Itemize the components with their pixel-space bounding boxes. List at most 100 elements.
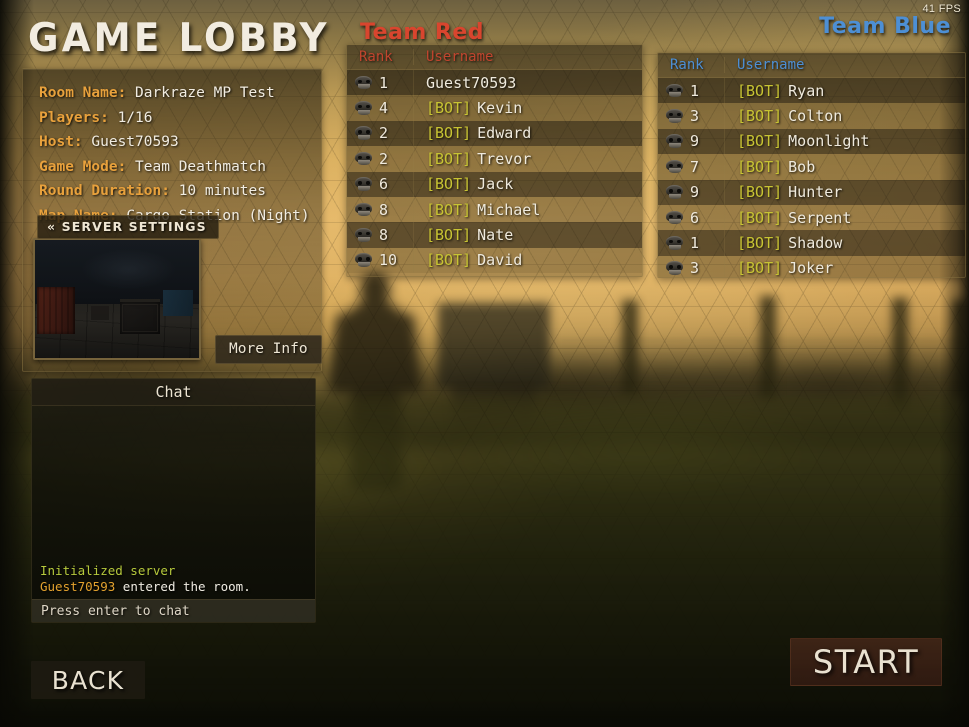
table-row[interactable]: 2 [BOT] Edward bbox=[347, 120, 642, 147]
host-label: Host: bbox=[39, 134, 83, 150]
player-username-cell: [BOT] Kevin bbox=[413, 95, 642, 121]
player-rank-value: 9 bbox=[690, 183, 700, 202]
player-rank-value: 1 bbox=[379, 73, 389, 92]
player-username-cell: [BOT] Joker bbox=[724, 255, 965, 278]
player-username: Joker bbox=[788, 259, 834, 278]
map-preview-shade bbox=[35, 240, 199, 358]
skull-icon bbox=[355, 253, 372, 267]
player-rank-cell: 1 bbox=[347, 74, 413, 92]
player-rank-value: 2 bbox=[379, 149, 389, 168]
game-lobby-screen: 41 FPS GAME LOBBY Room Name: Darkraze MP… bbox=[0, 0, 969, 727]
round-duration-label: Round Duration: bbox=[39, 183, 170, 199]
player-rank-value: 10 bbox=[379, 251, 398, 270]
bot-tag: [BOT] bbox=[737, 107, 783, 126]
player-username: Serpent bbox=[788, 208, 852, 227]
server-settings-button[interactable]: « SERVER SETTINGS bbox=[37, 215, 219, 239]
player-rank-cell: 3 bbox=[658, 107, 724, 125]
table-row[interactable]: 6 [BOT] Serpent bbox=[658, 204, 965, 231]
bot-tag: [BOT] bbox=[737, 132, 783, 151]
player-username: Colton bbox=[788, 107, 843, 126]
back-button[interactable]: BACK bbox=[31, 661, 145, 699]
players-value: 1/16 bbox=[117, 109, 153, 126]
player-rank-cell: 4 bbox=[347, 99, 413, 117]
chat-message: Initialized server bbox=[40, 563, 315, 579]
bot-tag: [BOT] bbox=[737, 259, 783, 278]
player-rank-value: 3 bbox=[690, 259, 700, 278]
game-mode-label: Game Mode: bbox=[39, 158, 127, 175]
chat-username: Guest70593 bbox=[40, 579, 116, 594]
player-rank-cell: 6 bbox=[658, 209, 724, 227]
start-button[interactable]: START bbox=[790, 638, 942, 686]
table-row[interactable]: 1 [BOT] Shadow bbox=[658, 230, 965, 256]
bot-tag: [BOT] bbox=[737, 157, 783, 176]
team-blue-player-list: 1 [BOT] Ryan 3 [BOT] Colton 9 [BOT] Moonlight 7 [B… bbox=[658, 78, 965, 278]
room-info-row: Room Name: Darkraze MP Test bbox=[39, 81, 321, 106]
player-rank-cell: 6 bbox=[347, 175, 413, 193]
host-value: Guest70593 bbox=[91, 134, 179, 150]
players-label: Players: bbox=[39, 109, 109, 126]
player-username: Kevin bbox=[477, 99, 523, 118]
team-red-roster: Rank Username 1 Guest70593 4 [BOT] Kevin 2 [BO… bbox=[346, 44, 643, 277]
table-row[interactable]: 9 [BOT] Hunter bbox=[658, 179, 965, 205]
player-rank-value: 7 bbox=[690, 157, 700, 176]
table-row[interactable]: 10 [BOT] David bbox=[347, 247, 642, 274]
bot-tag: [BOT] bbox=[426, 226, 472, 245]
column-header-username: Username bbox=[413, 49, 642, 65]
player-username-cell: [BOT] Serpent bbox=[724, 204, 965, 231]
roster-header-row: Rank Username bbox=[658, 53, 965, 78]
table-row[interactable]: 1 [BOT] Ryan bbox=[658, 78, 965, 104]
table-row[interactable]: 9 [BOT] Moonlight bbox=[658, 128, 965, 155]
player-username: Shadow bbox=[788, 234, 843, 253]
player-rank-value: 1 bbox=[690, 234, 700, 253]
chat-input[interactable]: Press enter to chat bbox=[32, 599, 315, 622]
chat-log[interactable]: Initialized server Guest70593 entered th… bbox=[32, 406, 315, 599]
player-rank-cell: 1 bbox=[658, 234, 724, 252]
player-username-cell: [BOT] David bbox=[413, 247, 642, 274]
skull-icon bbox=[355, 75, 372, 90]
player-username-cell: [BOT] Colton bbox=[724, 103, 965, 129]
table-row[interactable]: 1 Guest70593 bbox=[347, 70, 642, 96]
bot-tag: [BOT] bbox=[426, 175, 472, 194]
skull-icon bbox=[355, 202, 372, 217]
table-row[interactable]: 2 [BOT] Trevor bbox=[347, 146, 642, 172]
bot-tag: [BOT] bbox=[426, 251, 472, 270]
team-red-title: Team Red bbox=[360, 20, 485, 45]
table-row[interactable]: 8 [BOT] Nate bbox=[347, 222, 642, 248]
player-rank-value: 3 bbox=[690, 107, 700, 126]
skull-icon bbox=[666, 134, 683, 148]
table-row[interactable]: 4 [BOT] Kevin bbox=[347, 95, 642, 121]
player-rank-value: 6 bbox=[379, 175, 389, 194]
player-username: Moonlight bbox=[788, 132, 870, 151]
skull-icon bbox=[666, 159, 683, 174]
table-row[interactable]: 3 [BOT] Colton bbox=[658, 103, 965, 129]
room-name-label: Room Name: bbox=[39, 85, 127, 101]
player-rank-cell: 10 bbox=[347, 251, 413, 269]
table-row[interactable]: 6 [BOT] Jack bbox=[347, 171, 642, 197]
table-row[interactable]: 8 [BOT] Michael bbox=[347, 196, 642, 223]
player-rank-value: 8 bbox=[379, 200, 389, 219]
skull-icon bbox=[666, 210, 683, 225]
bot-tag: [BOT] bbox=[737, 183, 783, 202]
page-title: GAME LOBBY bbox=[28, 16, 330, 61]
room-info-row: Game Mode: Team Deathmatch bbox=[39, 155, 321, 180]
table-row[interactable]: 3 [BOT] Joker bbox=[658, 255, 965, 278]
player-username-cell: [BOT] Hunter bbox=[724, 179, 965, 205]
bot-tag: [BOT] bbox=[737, 81, 783, 100]
player-rank-cell: 9 bbox=[658, 132, 724, 150]
skull-icon bbox=[666, 109, 683, 123]
player-rank-cell: 3 bbox=[658, 259, 724, 277]
player-username-cell: [BOT] Jack bbox=[413, 171, 642, 197]
player-username: Edward bbox=[477, 124, 532, 143]
table-row[interactable]: 7 [BOT] Bob bbox=[658, 154, 965, 180]
player-username: Ryan bbox=[788, 81, 825, 100]
player-rank-cell: 2 bbox=[347, 150, 413, 168]
player-rank-value: 9 bbox=[690, 132, 700, 151]
skull-icon bbox=[355, 126, 372, 140]
chat-message: Guest70593 entered the room. bbox=[40, 579, 315, 595]
skull-icon bbox=[666, 185, 683, 199]
player-rank-cell: 7 bbox=[658, 158, 724, 176]
room-name-value: Darkraze MP Test bbox=[135, 85, 275, 101]
player-username: David bbox=[477, 251, 523, 270]
map-preview-thumbnail[interactable] bbox=[33, 238, 201, 360]
more-info-button[interactable]: More Info bbox=[215, 335, 322, 364]
